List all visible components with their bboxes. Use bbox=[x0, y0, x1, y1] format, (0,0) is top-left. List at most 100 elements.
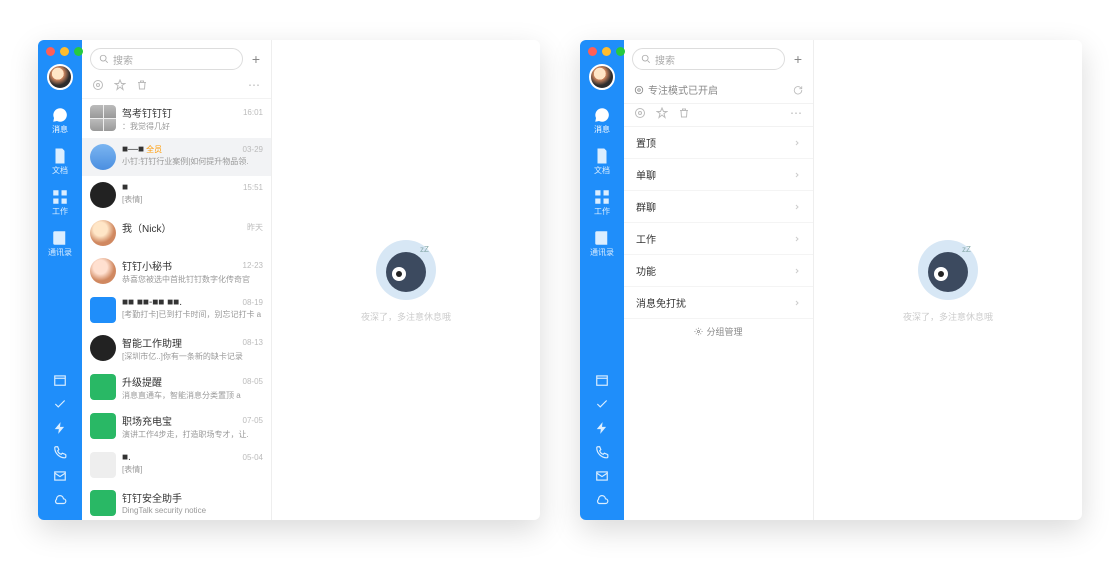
cloud-button[interactable] bbox=[595, 488, 609, 512]
sidebar-bottom bbox=[53, 368, 67, 520]
doc-icon bbox=[51, 147, 69, 165]
gear-icon bbox=[694, 327, 703, 336]
trash-icon[interactable] bbox=[678, 107, 690, 119]
group-item[interactable]: 置顶 bbox=[624, 127, 813, 159]
conversation-time: 15:51 bbox=[243, 183, 263, 192]
phone-button[interactable] bbox=[53, 440, 67, 464]
group-item[interactable]: 工作 bbox=[624, 223, 813, 255]
phone-icon bbox=[595, 445, 609, 459]
conversation-item[interactable]: 智能工作助理08-13[深圳市亿..]你有一条新的缺卡记录 bbox=[82, 329, 271, 368]
search-input[interactable]: 搜索 bbox=[90, 48, 243, 70]
group-list: 置顶单聊群聊工作功能消息免打扰 bbox=[624, 127, 813, 319]
nav-contacts[interactable]: 通讯录 bbox=[580, 223, 624, 264]
conversation-avatar bbox=[90, 105, 116, 131]
empty-state-text: 夜深了，多注意休息哦 bbox=[903, 310, 993, 323]
conversation-item[interactable]: 钉钉小秘书12-23恭喜您被选中首批钉钉数字化传奇官 bbox=[82, 252, 271, 291]
refresh-icon[interactable] bbox=[793, 85, 803, 95]
chevron-right-icon bbox=[793, 235, 801, 243]
calendar-icon bbox=[53, 373, 67, 387]
flash-button[interactable] bbox=[595, 416, 609, 440]
conversation-item[interactable]: 我（Nick）昨天 bbox=[82, 214, 271, 252]
cloud-button[interactable] bbox=[53, 488, 67, 512]
at-icon[interactable] bbox=[92, 79, 104, 91]
calendar-button[interactable] bbox=[595, 368, 609, 392]
conversation-title: 职场充电宝 bbox=[122, 413, 172, 428]
conversation-time: 12-23 bbox=[243, 261, 263, 270]
phone-button[interactable] bbox=[595, 440, 609, 464]
conversation-title: 升级提醒 bbox=[122, 374, 162, 389]
search-icon bbox=[641, 54, 651, 64]
conversation-subtitle: [表情] bbox=[122, 194, 263, 205]
conversation-item[interactable]: ■—■全员03-29小钉:钉钉行业案例|如何提升物品领. bbox=[82, 138, 271, 176]
trash-icon[interactable] bbox=[136, 79, 148, 91]
traffic-lights[interactable] bbox=[588, 47, 625, 56]
conversation-time: 08-05 bbox=[243, 377, 263, 386]
conversation-badge: 全员 bbox=[146, 144, 162, 155]
user-avatar[interactable] bbox=[589, 64, 615, 90]
conversation-subtitle: 小钉:钉钉行业案例|如何提升物品领. bbox=[122, 156, 263, 167]
flash-button[interactable] bbox=[53, 416, 67, 440]
conversation-avatar bbox=[90, 144, 116, 170]
conversation-time: 08-19 bbox=[243, 298, 263, 307]
search-input[interactable]: 搜索 bbox=[632, 48, 785, 70]
svg-text:zZ: zZ bbox=[962, 245, 971, 254]
focus-mode-row[interactable]: 专注模式已开启 bbox=[624, 76, 813, 104]
more-button[interactable]: ⋯ bbox=[248, 78, 261, 92]
book-icon bbox=[593, 229, 611, 247]
at-icon[interactable] bbox=[634, 107, 646, 119]
chevron-right-icon bbox=[793, 299, 801, 307]
mail-button[interactable] bbox=[53, 464, 67, 488]
chat-icon bbox=[51, 106, 69, 124]
traffic-lights[interactable] bbox=[46, 47, 83, 56]
nav-messages[interactable]: 消息 bbox=[38, 100, 82, 141]
conversation-time: 07-05 bbox=[243, 416, 263, 425]
group-label: 群聊 bbox=[636, 199, 656, 214]
conversation-item[interactable]: ■■ ■■-■■ ■■.08-19[考勤打卡]已到打卡时间，别忘记打卡 a bbox=[82, 291, 271, 329]
focus-panel: 搜索 + 专注模式已开启 ⋯ 置顶单聊群聊工作功能消息免打扰 分组管理 bbox=[624, 40, 814, 520]
group-manage-button[interactable]: 分组管理 bbox=[624, 319, 813, 344]
chevron-right-icon bbox=[793, 171, 801, 179]
conversation-item[interactable]: 钉钉安全助手DingTalk security notice bbox=[82, 484, 271, 520]
conversation-time: 08-13 bbox=[243, 338, 263, 347]
mail-button[interactable] bbox=[595, 464, 609, 488]
conversation-list[interactable]: 驾考钉钉钉16:01：我觉得几好■—■全员03-29小钉:钉钉行业案例|如何提升… bbox=[82, 99, 271, 520]
conversation-time: 16:01 bbox=[243, 108, 263, 117]
conversation-avatar bbox=[90, 182, 116, 208]
conversation-avatar bbox=[90, 374, 116, 400]
group-item[interactable]: 消息免打扰 bbox=[624, 287, 813, 319]
nav-messages[interactable]: 消息 bbox=[580, 100, 624, 141]
group-item[interactable]: 单聊 bbox=[624, 159, 813, 191]
sidebar-bottom bbox=[595, 368, 609, 520]
window-focus: 消息 文档 工作 通讯录 搜索 + bbox=[580, 40, 1082, 520]
user-avatar[interactable] bbox=[47, 64, 73, 90]
compose-button[interactable]: + bbox=[249, 52, 263, 66]
star-icon[interactable] bbox=[656, 107, 668, 119]
group-item[interactable]: 群聊 bbox=[624, 191, 813, 223]
conversation-avatar bbox=[90, 297, 116, 323]
nav-docs[interactable]: 文档 bbox=[580, 141, 624, 182]
conversation-avatar bbox=[90, 452, 116, 478]
conversation-item[interactable]: 升级提醒08-05消息直通车，智能消息分类置顶 a bbox=[82, 368, 271, 407]
mail-icon bbox=[53, 469, 67, 483]
conversation-item[interactable]: 职场充电宝 07-05 演讲工作4步走，打造职场专才，让. bbox=[82, 407, 271, 446]
group-item[interactable]: 功能 bbox=[624, 255, 813, 287]
nav-work[interactable]: 工作 bbox=[38, 182, 82, 223]
conversation-item[interactable]: ■15:51[表情] bbox=[82, 176, 271, 214]
star-icon[interactable] bbox=[114, 79, 126, 91]
conversation-subtitle: 演讲工作4步走，打造职场专才，让. bbox=[122, 429, 263, 440]
check-button[interactable] bbox=[595, 392, 609, 416]
conversation-item[interactable]: ■.05-04[表情] bbox=[82, 446, 271, 484]
compose-button[interactable]: + bbox=[791, 52, 805, 66]
nav-docs[interactable]: 文档 bbox=[38, 141, 82, 182]
nav-work[interactable]: 工作 bbox=[580, 182, 624, 223]
chevron-right-icon bbox=[793, 267, 801, 275]
nav-contacts[interactable]: 通讯录 bbox=[38, 223, 82, 264]
search-row: 搜索 + bbox=[624, 40, 813, 76]
more-button[interactable]: ⋯ bbox=[790, 106, 803, 120]
panel-toolbar: ⋯ bbox=[624, 104, 813, 127]
check-button[interactable] bbox=[53, 392, 67, 416]
calendar-button[interactable] bbox=[53, 368, 67, 392]
svg-text:zZ: zZ bbox=[420, 245, 429, 254]
conversation-item[interactable]: 驾考钉钉钉16:01：我觉得几好 bbox=[82, 99, 271, 138]
conversation-subtitle: [表情] bbox=[122, 464, 263, 475]
